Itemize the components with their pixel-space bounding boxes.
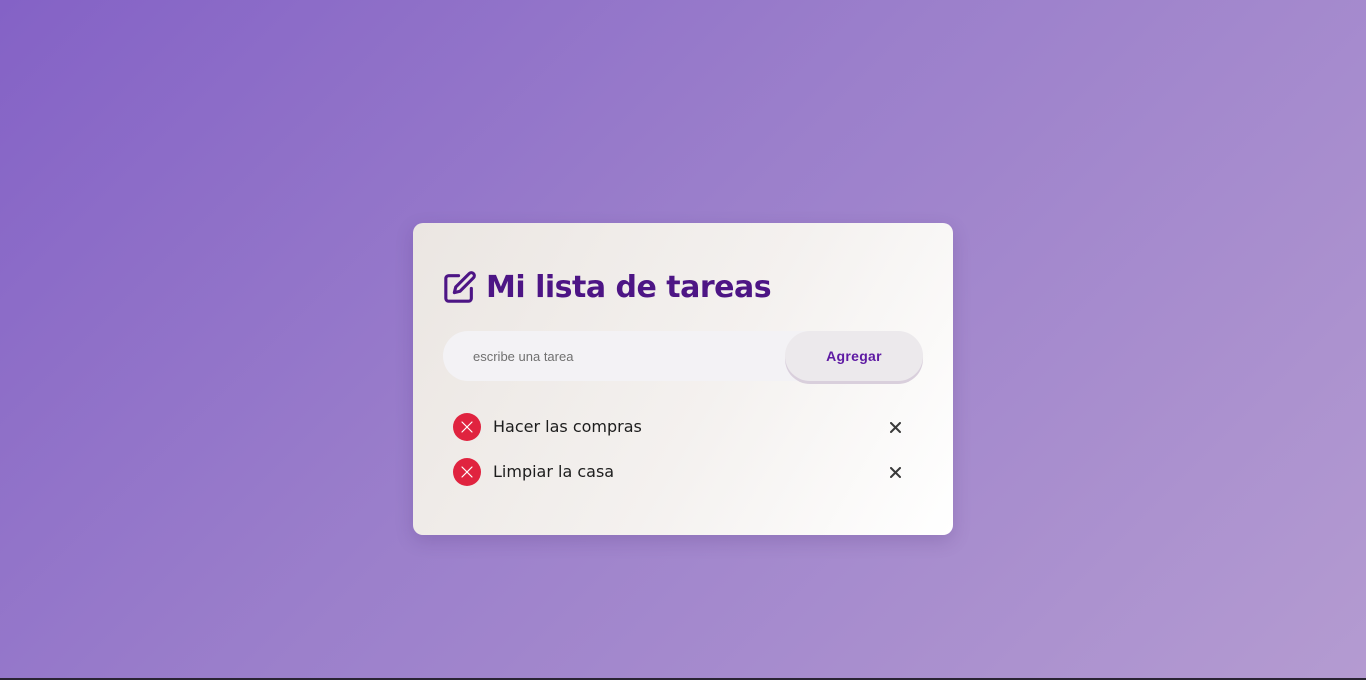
task-item: Hacer las compras (453, 413, 913, 458)
page-title: Mi lista de tareas (486, 269, 772, 305)
add-task-form: Agregar (443, 331, 923, 381)
x-circle-icon[interactable] (453, 413, 481, 441)
close-icon[interactable] (887, 464, 903, 480)
edit-icon (443, 270, 477, 304)
todo-card: Mi lista de tareas Agregar Hacer las com… (413, 223, 953, 535)
header: Mi lista de tareas (443, 267, 772, 307)
close-icon[interactable] (887, 419, 903, 435)
x-circle-icon[interactable] (453, 458, 481, 486)
task-text: Hacer las compras (493, 417, 642, 436)
task-list: Hacer las compras Limpiar la casa (453, 413, 913, 503)
task-text: Limpiar la casa (493, 462, 615, 481)
task-input[interactable] (443, 331, 783, 381)
task-item: Limpiar la casa (453, 458, 913, 503)
add-button[interactable]: Agregar (785, 331, 923, 381)
